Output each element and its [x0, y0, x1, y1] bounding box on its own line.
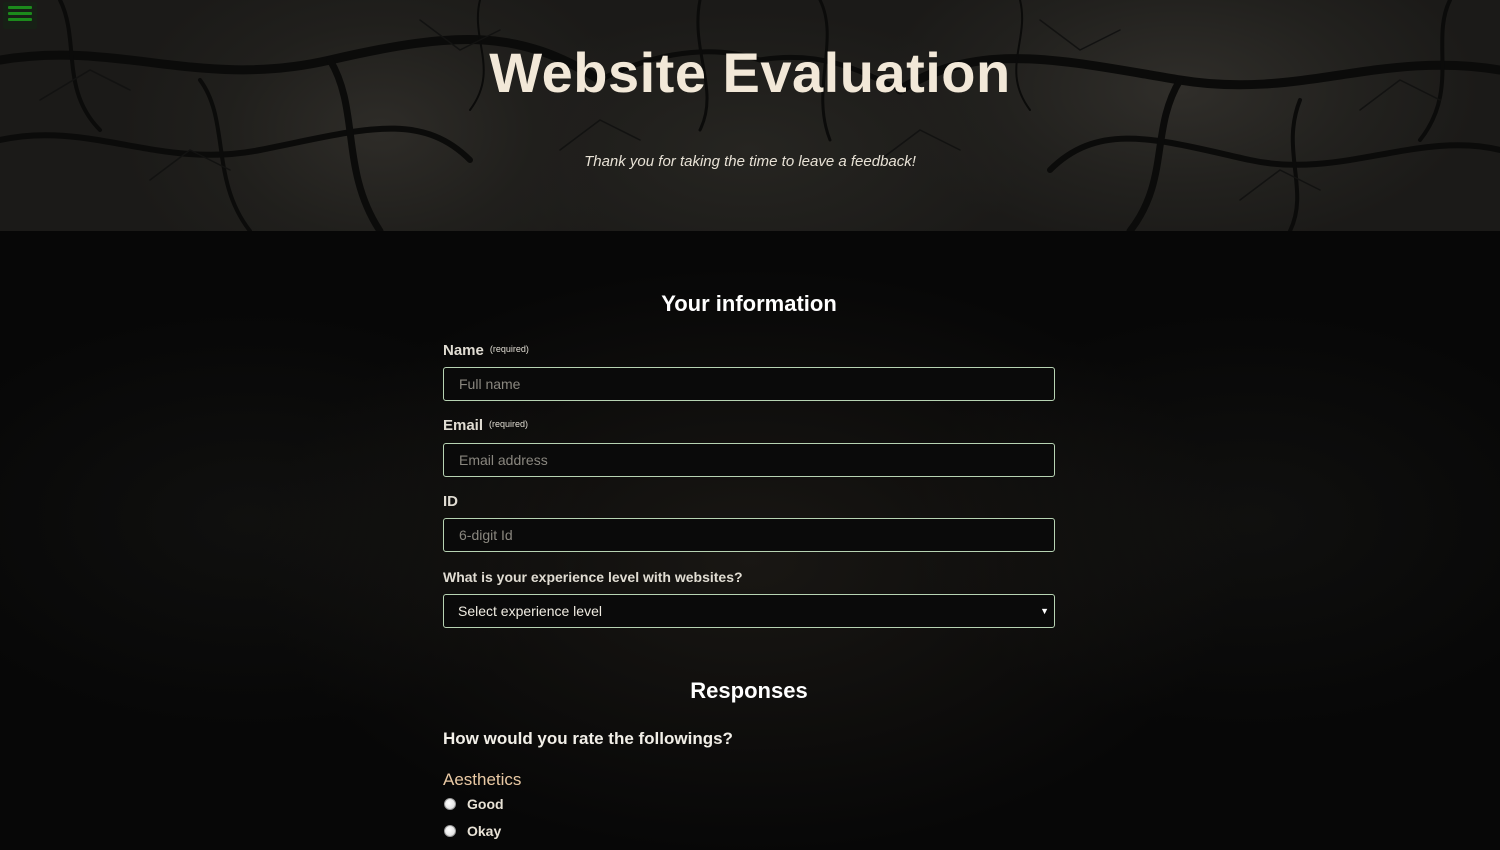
hamburger-menu-icon-line — [8, 12, 32, 15]
experience-label: What is your experience level with websi… — [443, 569, 743, 585]
experience-select-value: Select experience level — [458, 603, 602, 619]
section-title-responses: Responses — [690, 678, 808, 703]
radio-button[interactable] — [444, 825, 456, 837]
section-title-information: Your information — [661, 291, 837, 316]
radio-option-good[interactable]: Good — [443, 795, 504, 813]
radio-label-good: Good — [467, 796, 504, 812]
radio-label-okay: Okay — [467, 823, 502, 839]
hamburger-menu-icon — [8, 6, 32, 9]
rating-question: How would you rate the followings? — [443, 729, 733, 748]
name-field[interactable] — [443, 367, 1055, 401]
email-label: Email (required) — [443, 417, 528, 434]
category-aesthetics: Aesthetics — [443, 770, 522, 789]
page: Website Evaluation Thank you for taking … — [0, 0, 1500, 850]
radio-button[interactable] — [444, 798, 456, 810]
email-label-text: Email — [443, 417, 484, 434]
required-tag: (required) — [489, 344, 529, 354]
page-title: Website Evaluation — [489, 41, 1011, 104]
menu-button[interactable] — [3, 2, 37, 29]
page-subtitle: Thank you for taking the time to leave a… — [584, 153, 916, 170]
hero-banner: Website Evaluation Thank you for taking … — [0, 0, 1500, 231]
caret-down-icon: ▼ — [1040, 606, 1049, 616]
hamburger-menu-icon-line — [8, 18, 32, 21]
radio-option-okay[interactable]: Okay — [443, 822, 501, 840]
tree-branches-background — [0, 0, 1500, 231]
name-label: Name (required) — [443, 342, 529, 359]
experience-select[interactable]: Select experience level ▼ — [443, 594, 1055, 628]
required-tag: (required) — [489, 419, 529, 429]
id-label-text: ID — [443, 493, 458, 510]
id-field[interactable] — [443, 518, 1055, 552]
email-field[interactable] — [443, 443, 1055, 477]
name-label-text: Name — [443, 342, 484, 359]
id-label: ID — [443, 493, 458, 510]
